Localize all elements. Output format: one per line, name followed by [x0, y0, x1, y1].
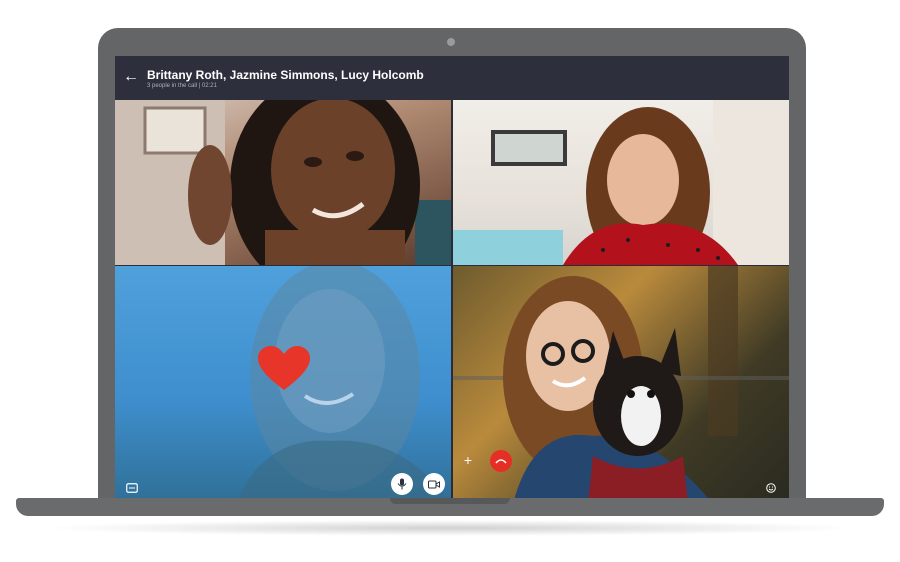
end-call-button[interactable] [490, 450, 512, 472]
phone-hangup-icon [495, 459, 507, 464]
participant-video-1 [115, 100, 451, 265]
microphone-button[interactable] [391, 473, 413, 495]
arrow-left-icon: ← [123, 68, 139, 85]
video-tile-2[interactable] [453, 100, 789, 265]
call-header: ← Brittany Roth, Jazmine Simmons, Lucy H… [115, 56, 789, 100]
video-camera-icon [428, 480, 440, 488]
call-screen: ← Brittany Roth, Jazmine Simmons, Lucy H… [115, 56, 789, 504]
chat-icon [126, 483, 138, 493]
video-tile-4[interactable]: + [453, 266, 789, 504]
laptop-notch [390, 498, 510, 504]
laptop-base [16, 498, 884, 516]
chat-button[interactable] [125, 482, 139, 494]
laptop-lid: ← Brittany Roth, Jazmine Simmons, Lucy H… [98, 28, 806, 504]
video-tile-3[interactable] [115, 266, 451, 504]
video-toggle-button[interactable] [423, 473, 445, 495]
plus-icon: + [463, 452, 473, 468]
heart-reaction-icon [258, 346, 310, 390]
video-tile-1[interactable] [115, 100, 451, 265]
microphone-icon [397, 478, 407, 490]
webcam [447, 38, 455, 46]
smiley-icon [766, 483, 776, 493]
call-title: Brittany Roth, Jazmine Simmons, Lucy Hol… [147, 68, 424, 82]
call-subtitle: 3 people in the call | 02:21 [147, 83, 217, 89]
participant-video-2 [453, 100, 789, 265]
add-participant-button[interactable]: + [461, 453, 475, 467]
back-button[interactable]: ← [123, 67, 139, 87]
laptop-shadow [40, 520, 860, 536]
emoji-button[interactable] [765, 482, 777, 494]
